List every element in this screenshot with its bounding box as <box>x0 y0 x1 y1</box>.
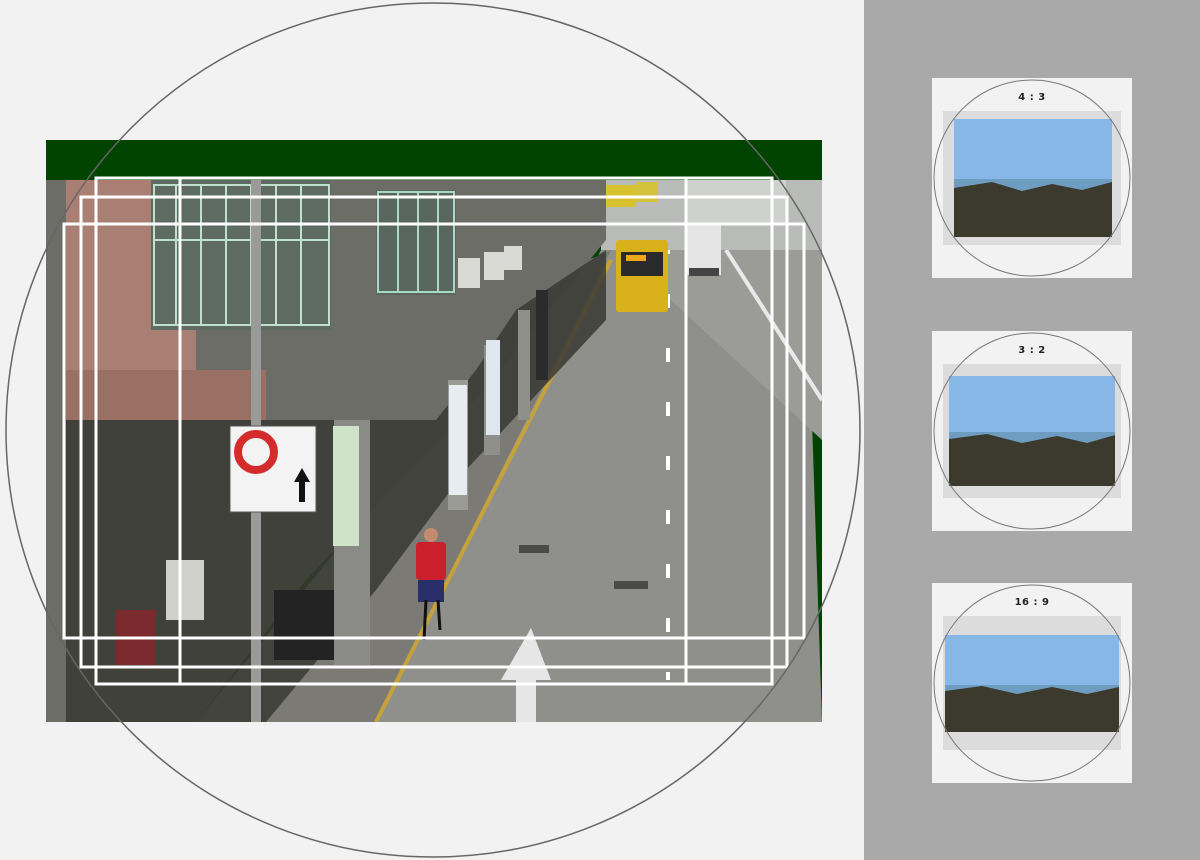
seascape-thumbnail-icon <box>933 332 1131 530</box>
sensor-frame <box>46 140 822 722</box>
aspect-card-16x9[interactable]: 16 : 9 <box>932 583 1132 783</box>
aspect-card-3x2[interactable]: 3 : 2 <box>932 331 1132 531</box>
aspect-label: 4 : 3 <box>1018 92 1046 103</box>
aspect-label: 16 : 9 <box>1014 597 1050 608</box>
street-scene-photo <box>46 180 822 722</box>
seascape-thumbnail-icon <box>933 584 1131 782</box>
aspect-label: 3 : 2 <box>1018 345 1046 356</box>
seascape-thumbnail-icon <box>933 79 1131 277</box>
aspect-card-4x3[interactable]: 4 : 3 <box>932 78 1132 278</box>
crop-preview-stage <box>0 0 864 860</box>
aspect-ratio-panel: 4 : 3 3 : 2 16 : 9 <box>864 0 1200 860</box>
